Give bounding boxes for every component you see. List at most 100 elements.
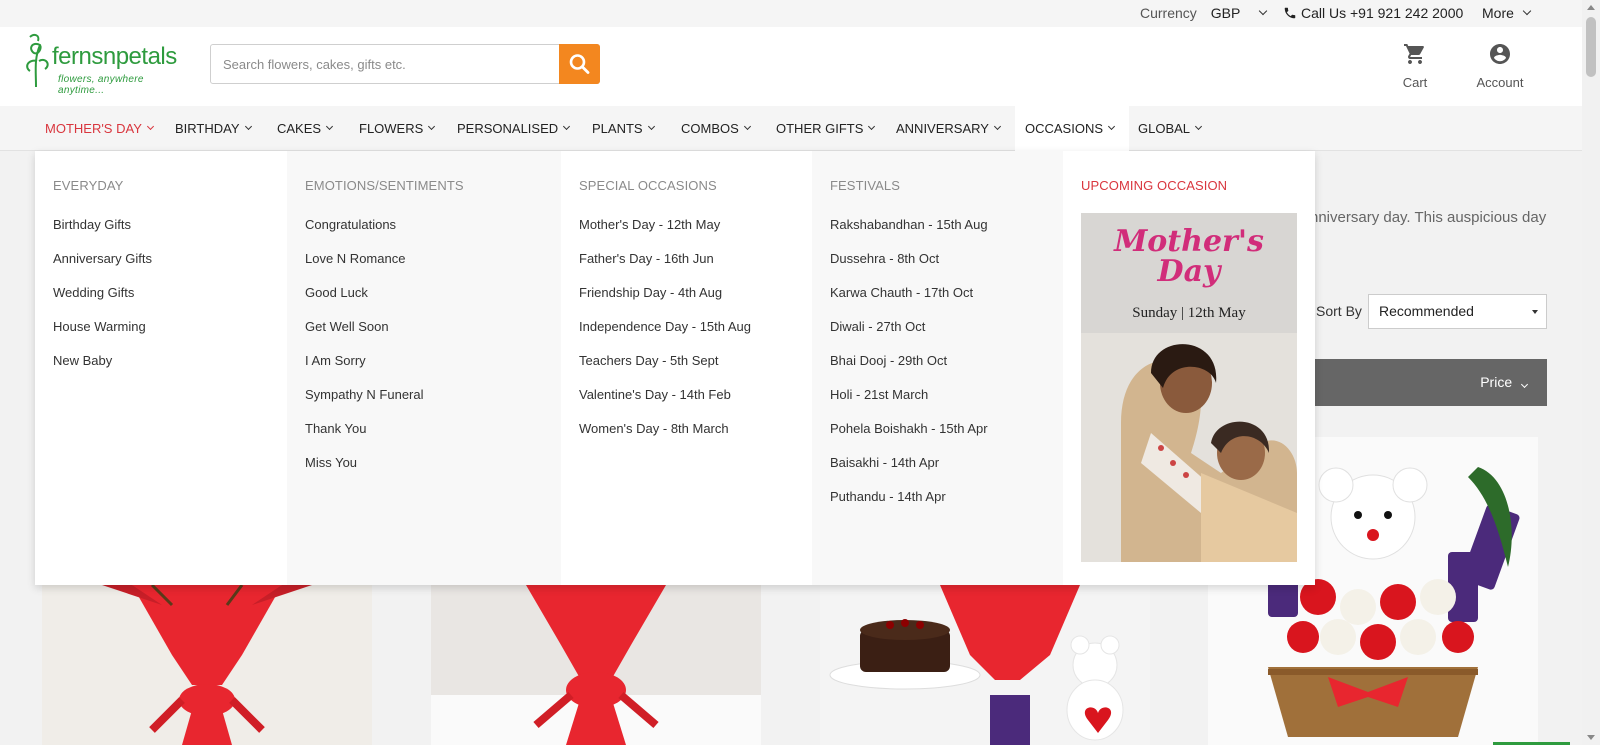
menu-list: Birthday Gifts Anniversary Gifts Wedding… (53, 217, 152, 387)
price-filter[interactable]: Price (1480, 374, 1529, 390)
menu-item[interactable]: Mother's Day - 12th May (579, 217, 751, 251)
upcoming-occasion-banner[interactable]: Mother's Day Sunday | 12th May (1081, 213, 1297, 562)
logo-tagline: flowers, anywhere anytime... (58, 74, 144, 96)
menu-column-emotions: EMOTIONS/SENTIMENTS Congratulations Love… (287, 151, 561, 585)
scrollbar[interactable] (1582, 0, 1600, 745)
menu-item[interactable]: Teachers Day - 5th Sept (579, 353, 751, 387)
utility-bar: Currency GBP Call Us +91 921 242 2000 Mo… (0, 0, 1582, 27)
search-button[interactable] (559, 44, 600, 84)
chevron-down-icon (993, 122, 1002, 131)
menu-column-special-occasions: SPECIAL OCCASIONS Mother's Day - 12th Ma… (561, 151, 812, 585)
nav-label: OTHER GIFTS (776, 121, 864, 136)
menu-item[interactable]: Karwa Chauth - 17th Oct (830, 285, 988, 319)
nav-label: BIRTHDAY (175, 121, 240, 136)
product-card[interactable] (820, 585, 1150, 745)
logo-leaf-icon (26, 33, 49, 88)
nav-label: PLANTS (592, 121, 643, 136)
menu-item[interactable]: I Am Sorry (305, 353, 424, 387)
menu-column-heading: SPECIAL OCCASIONS (579, 178, 717, 193)
price-filter-label: Price (1480, 374, 1513, 390)
chevron-down-icon (1194, 122, 1203, 131)
nav-item-plants[interactable]: PLANTS (582, 106, 664, 151)
scroll-down-icon[interactable] (1587, 735, 1595, 740)
menu-item[interactable]: Good Luck (305, 285, 424, 319)
menu-list: Mother's Day - 12th May Father's Day - 1… (579, 217, 751, 455)
search-bar (210, 44, 600, 84)
menu-item[interactable]: Bhai Dooj - 29th Oct (830, 353, 988, 387)
chevron-down-icon (647, 122, 655, 131)
menu-list: Congratulations Love N Romance Good Luck… (305, 217, 424, 489)
site-header: fernsnpetals flowers, anywhere anytime..… (0, 27, 1582, 106)
menu-item[interactable]: House Warming (53, 319, 152, 353)
nav-item-combos[interactable]: COMBOS (671, 106, 760, 151)
menu-item[interactable]: Wedding Gifts (53, 285, 152, 319)
chevron-down-icon (563, 122, 571, 131)
menu-item[interactable]: Friendship Day - 4th Aug (579, 285, 751, 319)
search-input[interactable] (211, 45, 551, 83)
nav-item-birthday[interactable]: BIRTHDAY (165, 106, 261, 151)
currency-value: GBP (1210, 5, 1241, 21)
menu-column-heading: FESTIVALS (830, 178, 901, 193)
currency-selector[interactable]: Currency GBP (1140, 5, 1268, 21)
sort-select[interactable]: Recommended (1368, 294, 1547, 329)
chevron-down-icon (326, 122, 334, 131)
menu-item[interactable]: Thank You (305, 421, 424, 455)
menu-item[interactable]: Independence Day - 15th Aug (579, 319, 751, 353)
menu-item[interactable]: Holi - 21st March (830, 387, 988, 421)
nav-label: FLOWERS (359, 121, 424, 136)
menu-item[interactable]: Congratulations (305, 217, 424, 251)
menu-item[interactable]: Father's Day - 16th Jun (579, 251, 751, 285)
menu-item[interactable]: Get Well Soon (305, 319, 424, 353)
chevron-down-icon (1522, 6, 1532, 16)
menu-item[interactable]: Diwali - 27th Oct (830, 319, 988, 353)
menu-item[interactable]: Puthandu - 14th Apr (830, 489, 988, 523)
cart-icon (1404, 44, 1424, 64)
menu-item[interactable]: Baisakhi - 14th Apr (830, 455, 988, 489)
currency-label: Currency (1140, 5, 1197, 21)
nav-item-occasions[interactable]: OCCASIONS (1015, 106, 1129, 151)
menu-item[interactable]: Birthday Gifts (53, 217, 152, 251)
menu-item[interactable]: Women's Day - 8th March (579, 421, 751, 455)
call-us-link[interactable]: Call Us +91 921 242 2000 (1283, 5, 1463, 21)
chevron-down-icon (868, 122, 876, 131)
phone-icon (1284, 7, 1296, 19)
nav-item-personalised[interactable]: PERSONALISED (447, 106, 579, 151)
menu-column-heading: EVERYDAY (53, 178, 124, 193)
nav-label: CAKES (277, 121, 322, 136)
nav-item-other-gifts[interactable]: OTHER GIFTS (766, 106, 884, 151)
scrollbar-thumb[interactable] (1586, 17, 1596, 77)
menu-column-heading: EMOTIONS/SENTIMENTS (305, 178, 464, 193)
menu-item[interactable]: Pohela Boishakh - 15th Apr (830, 421, 988, 455)
more-menu[interactable]: More (1482, 5, 1532, 21)
nav-label: GLOBAL (1138, 121, 1191, 136)
cart-label: Cart (1402, 75, 1428, 90)
menu-item[interactable]: Rakshabandhan - 15th Aug (830, 217, 988, 251)
nav-label: ANNIVERSARY (896, 121, 989, 136)
menu-item[interactable]: Valentine's Day - 14th Feb (579, 387, 751, 421)
menu-item[interactable]: Love N Romance (305, 251, 424, 285)
menu-item[interactable]: Dussehra - 8th Oct (830, 251, 988, 285)
chevron-down-icon (743, 122, 751, 131)
chevron-down-icon (428, 122, 436, 131)
menu-item[interactable]: Sympathy N Funeral (305, 387, 424, 421)
chevron-down-icon (1107, 122, 1116, 131)
product-image (42, 585, 372, 745)
menu-item[interactable]: Anniversary Gifts (53, 251, 152, 285)
product-card[interactable] (431, 585, 761, 745)
nav-label: COMBOS (681, 121, 739, 136)
chevron-down-icon (1259, 6, 1268, 16)
nav-item-flowers[interactable]: FLOWERS (349, 106, 444, 151)
cart-button[interactable]: Cart (1395, 42, 1435, 90)
nav-item-mothers-day[interactable]: MOTHER'S DAY (35, 106, 163, 151)
logo[interactable]: fernsnpetals flowers, anywhere anytime..… (22, 31, 192, 96)
scroll-up-icon[interactable] (1587, 5, 1595, 10)
chevron-down-icon (1520, 380, 1529, 389)
product-card[interactable] (42, 585, 372, 745)
nav-item-cakes[interactable]: CAKES (267, 106, 342, 151)
nav-item-global[interactable]: GLOBAL (1128, 106, 1211, 151)
nav-item-anniversary[interactable]: ANNIVERSARY (886, 106, 1010, 151)
page-intro-text: nniversary day. This auspicious day (1310, 209, 1547, 226)
account-button[interactable]: Account (1472, 42, 1528, 90)
menu-item[interactable]: Miss You (305, 455, 424, 489)
menu-item[interactable]: New Baby (53, 353, 152, 387)
